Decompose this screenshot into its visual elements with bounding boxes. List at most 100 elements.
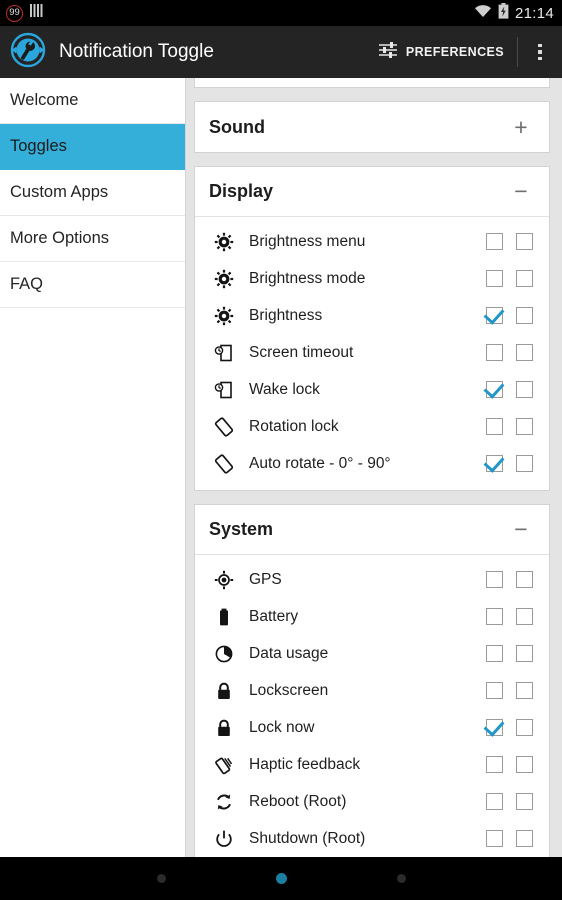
enable-checkbox[interactable] xyxy=(486,455,503,472)
overflow-dot xyxy=(538,50,542,54)
secondary-checkbox[interactable] xyxy=(516,307,533,324)
toggle-row-checkboxes xyxy=(486,344,533,361)
section-header[interactable]: System− xyxy=(195,505,549,555)
toggle-row-checkboxes xyxy=(486,608,533,625)
preferences-label: PREFERENCES xyxy=(406,45,504,59)
notification-count-badge: 99 xyxy=(6,5,23,22)
secondary-checkbox[interactable] xyxy=(516,830,533,847)
action-bar-actions: PREFERENCES xyxy=(370,26,562,78)
enable-checkbox[interactable] xyxy=(486,682,503,699)
toggle-row-label: Battery xyxy=(249,608,298,626)
toggle-row[interactable]: Haptic feedback xyxy=(195,746,549,783)
minus-icon[interactable]: − xyxy=(509,180,533,203)
toggle-row[interactable]: Shutdown (Root) xyxy=(195,820,549,857)
sidebar-item-toggles[interactable]: Toggles xyxy=(0,124,185,170)
preferences-button[interactable]: PREFERENCES xyxy=(370,26,517,78)
toggle-row-label: Brightness mode xyxy=(249,270,365,288)
enable-checkbox[interactable] xyxy=(486,719,503,736)
enable-checkbox[interactable] xyxy=(486,307,503,324)
gps-crosshair-icon xyxy=(213,569,235,591)
toggle-row[interactable]: Reboot (Root) xyxy=(195,783,549,820)
toggle-row[interactable]: Data usage xyxy=(195,635,549,672)
refresh-icon xyxy=(213,791,235,813)
secondary-checkbox[interactable] xyxy=(516,418,533,435)
secondary-checkbox[interactable] xyxy=(516,233,533,250)
enable-checkbox[interactable] xyxy=(486,756,503,773)
enable-checkbox[interactable] xyxy=(486,830,503,847)
enable-checkbox[interactable] xyxy=(486,270,503,287)
toggle-row[interactable]: Rotation lock xyxy=(195,408,549,445)
toggle-row[interactable]: Brightness xyxy=(195,297,549,334)
toggle-row-label: GPS xyxy=(249,571,282,589)
section-title: Sound xyxy=(209,117,265,138)
recents-button[interactable] xyxy=(397,874,406,883)
system-nav-bar xyxy=(0,857,562,900)
secondary-checkbox[interactable] xyxy=(516,719,533,736)
secondary-checkbox[interactable] xyxy=(516,793,533,810)
back-button[interactable] xyxy=(157,874,166,883)
toggle-row-checkboxes xyxy=(486,455,533,472)
enable-checkbox[interactable] xyxy=(486,793,503,810)
enable-checkbox[interactable] xyxy=(486,344,503,361)
plus-icon[interactable]: + xyxy=(509,116,533,139)
toggle-row-label: Brightness menu xyxy=(249,233,365,251)
toggle-row-label: Lockscreen xyxy=(249,682,328,700)
secondary-checkbox[interactable] xyxy=(516,756,533,773)
toggle-row-checkboxes xyxy=(486,381,533,398)
sidebar-item-custom-apps[interactable]: Custom Apps xyxy=(0,170,185,216)
section-rows: GPS Battery Data usage Lockscreen Lock n… xyxy=(195,555,549,857)
overflow-menu-icon[interactable] xyxy=(518,26,562,78)
toggle-row[interactable]: Lock now xyxy=(195,709,549,746)
secondary-checkbox[interactable] xyxy=(516,381,533,398)
section-header[interactable]: Sound + xyxy=(195,102,549,152)
nav-slot xyxy=(341,874,461,883)
section-card: Display − Brightness menu Brightness mode xyxy=(194,166,550,491)
bars-icon xyxy=(30,3,43,23)
toggle-row[interactable]: Battery xyxy=(195,598,549,635)
home-button[interactable] xyxy=(276,873,287,884)
toggle-row[interactable]: Lockscreen xyxy=(195,672,549,709)
rotation-icon xyxy=(213,416,235,438)
lock-icon xyxy=(213,717,235,739)
toggle-row[interactable]: Screen timeout xyxy=(195,334,549,371)
overflow-dot xyxy=(538,57,542,61)
secondary-checkbox[interactable] xyxy=(516,645,533,662)
sidebar-item-faq[interactable]: FAQ xyxy=(0,262,185,308)
toggle-row-label: Wake lock xyxy=(249,381,320,399)
secondary-checkbox[interactable] xyxy=(516,608,533,625)
toggle-row[interactable]: GPS xyxy=(195,561,549,598)
lock-icon xyxy=(213,680,235,702)
toggle-row-label: Data usage xyxy=(249,645,328,663)
status-bar-left: 99 xyxy=(6,3,43,23)
toggle-row-checkboxes xyxy=(486,793,533,810)
minus-icon[interactable]: − xyxy=(509,518,533,541)
toggle-list-pane[interactable]: Sound + Display − Brightness menu Brightnes… xyxy=(186,78,562,857)
enable-checkbox[interactable] xyxy=(486,233,503,250)
battery-icon xyxy=(213,606,235,628)
enable-checkbox[interactable] xyxy=(486,645,503,662)
sidebar-item-more-options[interactable]: More Options xyxy=(0,216,185,262)
section-rows: Brightness menu Brightness mode Brightne… xyxy=(195,217,549,490)
toggle-row-label: Shutdown (Root) xyxy=(249,830,365,848)
secondary-checkbox[interactable] xyxy=(516,344,533,361)
section-title: Display xyxy=(209,181,273,202)
enable-checkbox[interactable] xyxy=(486,608,503,625)
nav-slot xyxy=(101,874,221,883)
enable-checkbox[interactable] xyxy=(486,571,503,588)
secondary-checkbox[interactable] xyxy=(516,455,533,472)
enable-checkbox[interactable] xyxy=(486,418,503,435)
secondary-checkbox[interactable] xyxy=(516,270,533,287)
toggle-row[interactable]: Auto rotate - 0° - 90° xyxy=(195,445,549,482)
secondary-checkbox[interactable] xyxy=(516,571,533,588)
secondary-checkbox[interactable] xyxy=(516,682,533,699)
toggle-row[interactable]: Brightness mode xyxy=(195,260,549,297)
toggle-row[interactable]: Wake lock xyxy=(195,371,549,408)
card-clipped-above xyxy=(194,78,550,88)
sidebar-item-label: FAQ xyxy=(10,275,43,294)
section-header[interactable]: Display − xyxy=(195,167,549,217)
enable-checkbox[interactable] xyxy=(486,381,503,398)
toggle-row[interactable]: Brightness menu xyxy=(195,223,549,260)
sidebar-item-welcome[interactable]: Welcome xyxy=(0,78,185,124)
rotation-icon xyxy=(213,453,235,475)
toggle-row-checkboxes xyxy=(486,418,533,435)
